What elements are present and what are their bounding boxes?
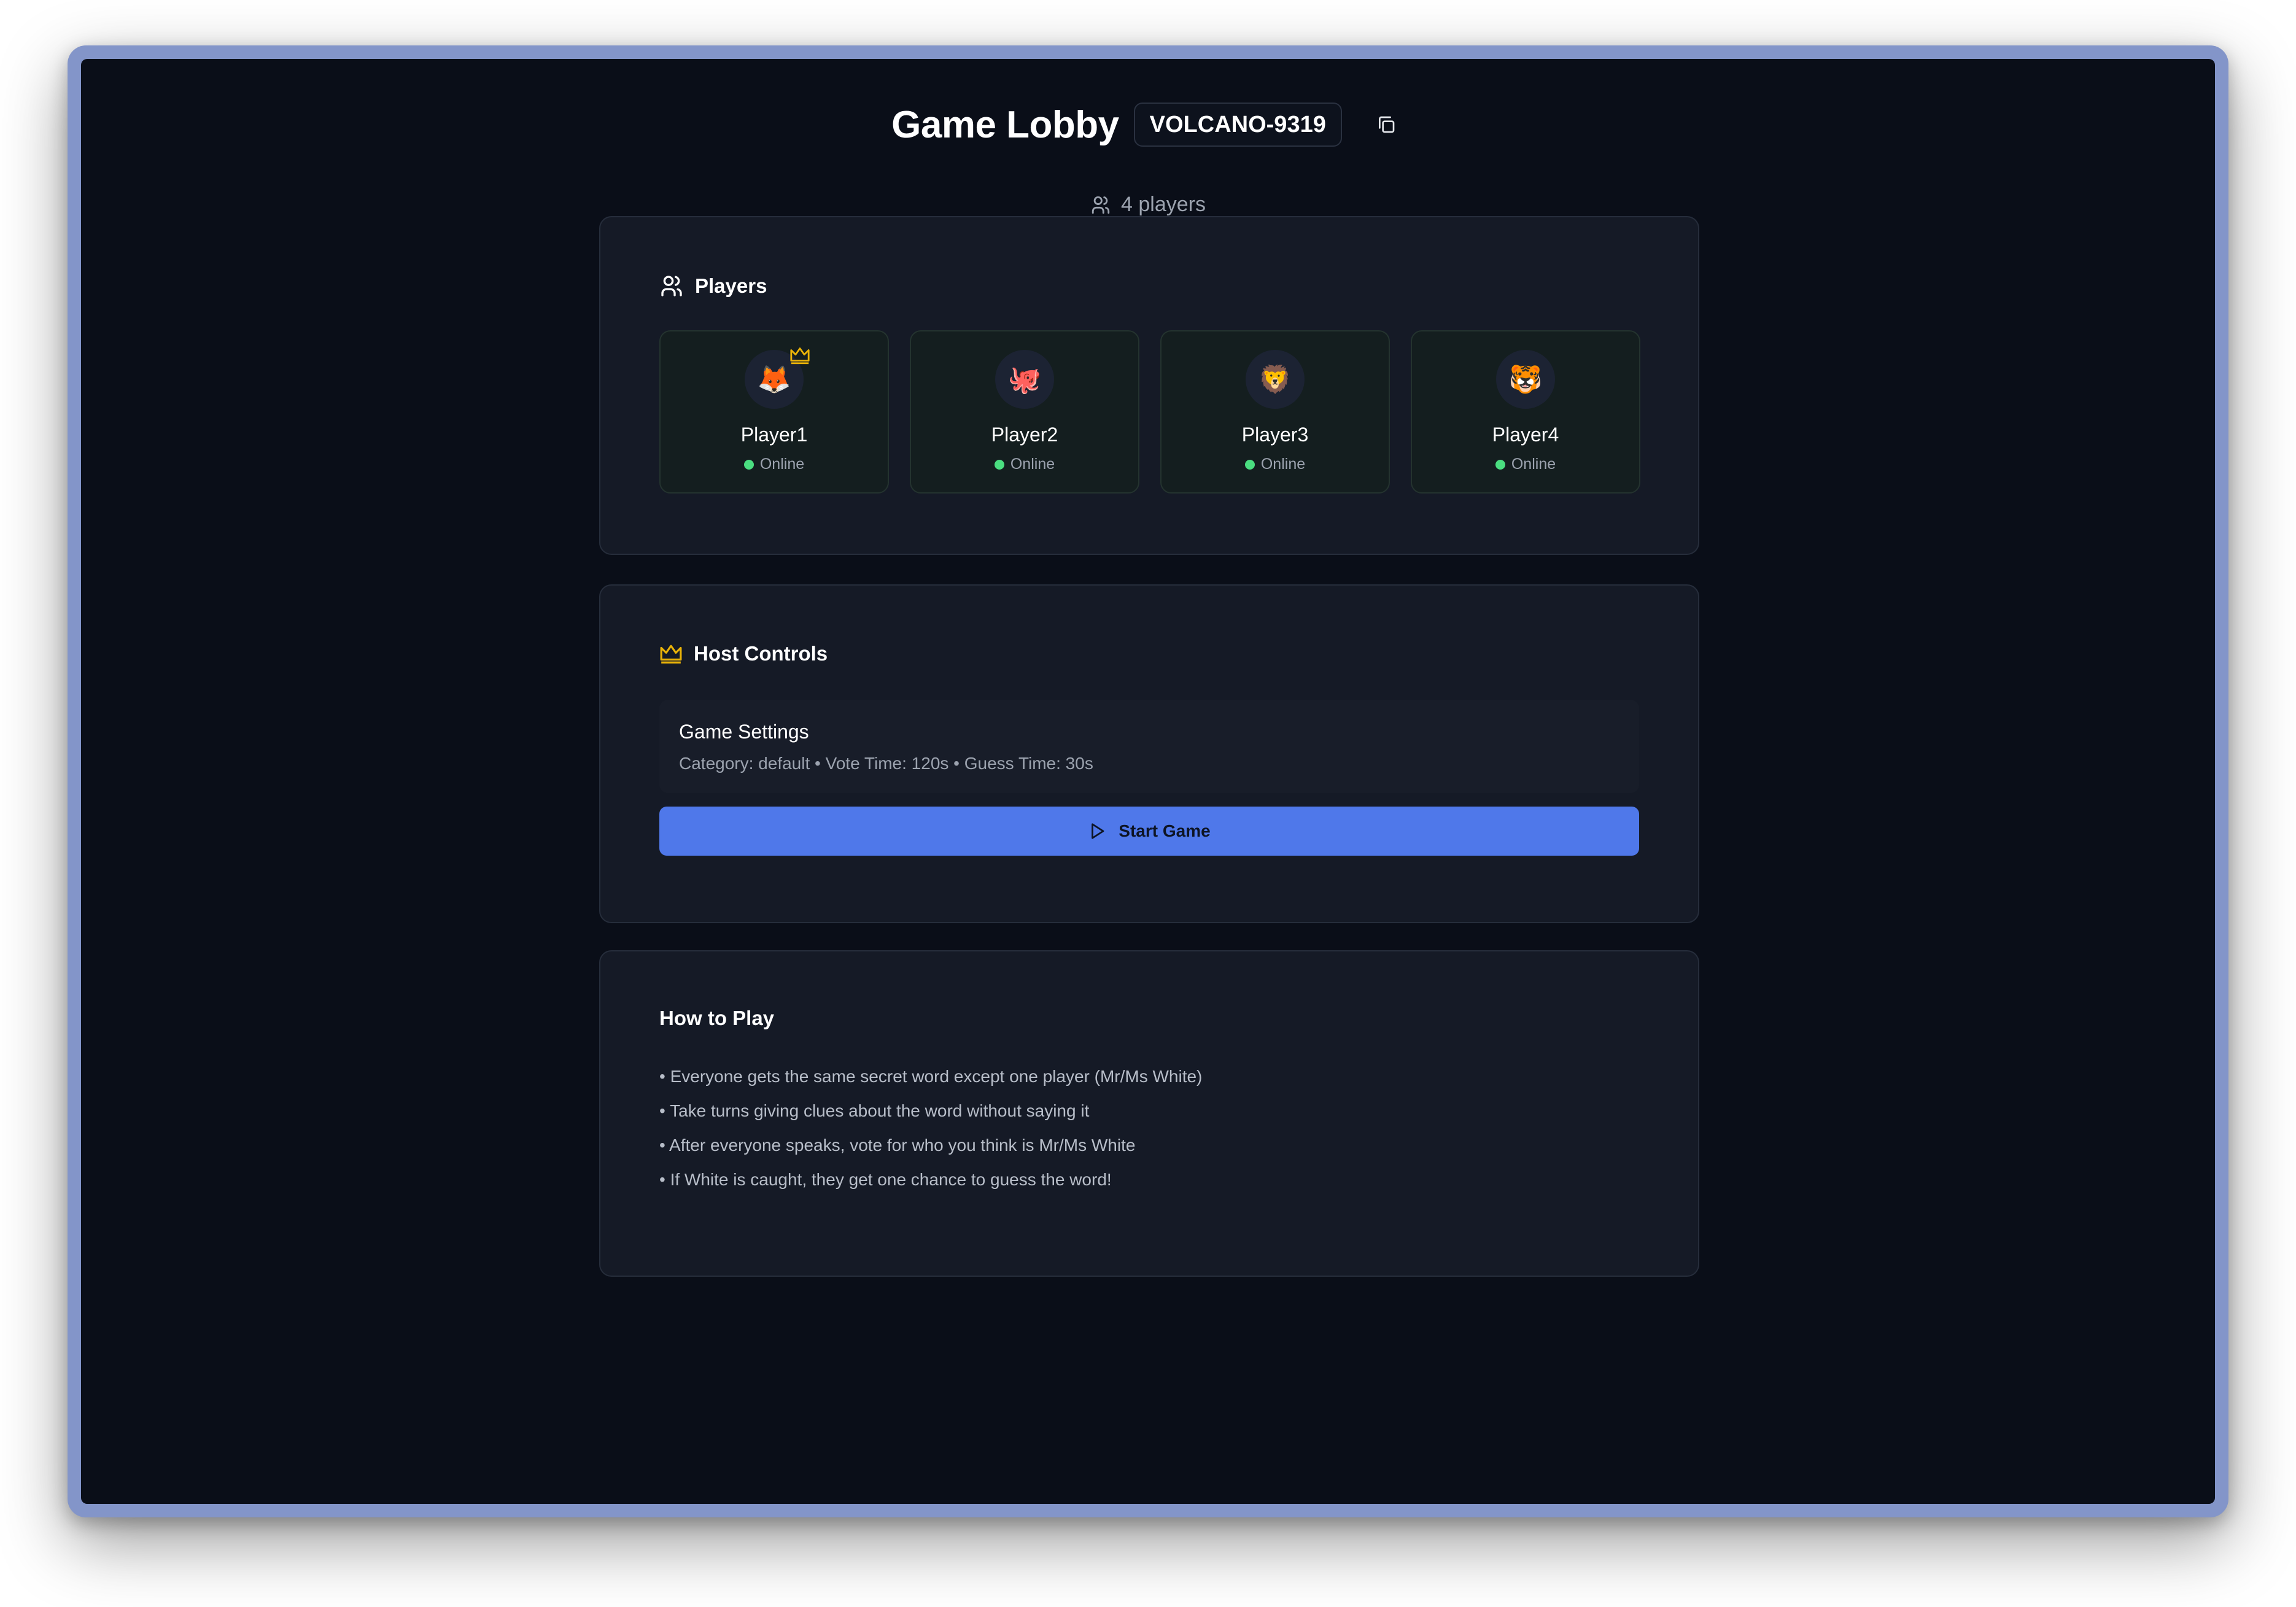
- online-dot: [1244, 459, 1255, 470]
- copy-room-code-button[interactable]: [1368, 106, 1405, 143]
- player-name: Player1: [740, 424, 808, 446]
- octopus-avatar: 🐙: [995, 350, 1054, 409]
- player-name: Player3: [1241, 424, 1309, 446]
- online-dot: [1495, 459, 1505, 470]
- player-card-2[interactable]: 🐙 Player2 Online: [910, 330, 1139, 494]
- rules-list: • Everyone gets the same secret word exc…: [659, 1059, 1202, 1197]
- status-label: Online: [1260, 455, 1306, 473]
- start-game-button[interactable]: Start Game: [659, 807, 1639, 856]
- player-status: Online: [661, 455, 888, 473]
- player-card-1[interactable]: 🦊 Player1 Online: [659, 330, 889, 494]
- player-name: Player2: [991, 424, 1058, 446]
- how-to-play-heading-label: How to Play: [659, 1007, 775, 1029]
- copy-icon: [1378, 116, 1395, 133]
- players-heading: Players: [659, 274, 767, 298]
- rule-item: • If White is caught, they get one chanc…: [659, 1170, 1112, 1189]
- rule-item: • Take turns giving clues about the word…: [659, 1101, 1090, 1120]
- game-settings-title: Game Settings: [679, 721, 809, 743]
- lobby-screen: Game Lobby VOLCANO-9319 4 players Player…: [81, 59, 2215, 1504]
- start-game-label: Start Game: [1119, 821, 1211, 840]
- host-controls-card: Host Controls Game Settings Category: de…: [599, 584, 1699, 923]
- online-dot: [994, 459, 1004, 470]
- status-label: Online: [1010, 455, 1055, 473]
- lion-avatar: 🦁: [1246, 350, 1305, 409]
- status-label: Online: [1511, 455, 1556, 473]
- rule-item: • Everyone gets the same secret word exc…: [659, 1067, 1203, 1086]
- host-controls-heading-label: Host Controls: [694, 642, 828, 665]
- player-count-label: 4 players: [1121, 193, 1206, 216]
- player-card-3[interactable]: 🦁 Player3 Online: [1160, 330, 1390, 494]
- host-controls-heading: Host Controls: [659, 642, 828, 665]
- how-to-play-heading: How to Play: [659, 1007, 774, 1030]
- game-settings-panel: Game Settings Category: default • Vote T…: [659, 700, 1639, 793]
- player-card-4[interactable]: 🐯 Player4 Online: [1411, 330, 1640, 494]
- page-title: Game Lobby: [891, 103, 1119, 146]
- players-grid: 🦊 Player1 Online 🐙 Player2 Online 🦁 Play…: [659, 330, 1640, 494]
- users-icon: [661, 276, 682, 296]
- how-to-play-card: How to Play • Everyone gets the same sec…: [599, 950, 1699, 1277]
- players-card: Players 🦊 Player1 Online 🐙 Player2 Onlin…: [599, 216, 1699, 555]
- online-dot: [743, 459, 754, 470]
- players-heading-label: Players: [695, 274, 767, 297]
- player-status: Online: [1412, 455, 1639, 473]
- player-count: 4 players: [81, 193, 2215, 217]
- player-name: Player4: [1492, 424, 1559, 446]
- player-status: Online: [911, 455, 1138, 473]
- tiger-avatar: 🐯: [1496, 350, 1555, 409]
- users-icon: [1092, 196, 1110, 214]
- play-icon: [1092, 823, 1104, 839]
- room-code-badge: VOLCANO-9319: [1133, 103, 1342, 147]
- game-settings-summary: Category: default • Vote Time: 120s • Gu…: [679, 754, 1093, 773]
- app-window: Game Lobby VOLCANO-9319 4 players Player…: [68, 45, 2228, 1517]
- status-label: Online: [759, 455, 805, 473]
- crown-icon: [660, 645, 682, 664]
- rule-item: • After everyone speaks, vote for who yo…: [659, 1136, 1136, 1155]
- player-status: Online: [1162, 455, 1389, 473]
- lobby-header: Game Lobby VOLCANO-9319: [81, 91, 2215, 158]
- crown-icon: [790, 347, 810, 365]
